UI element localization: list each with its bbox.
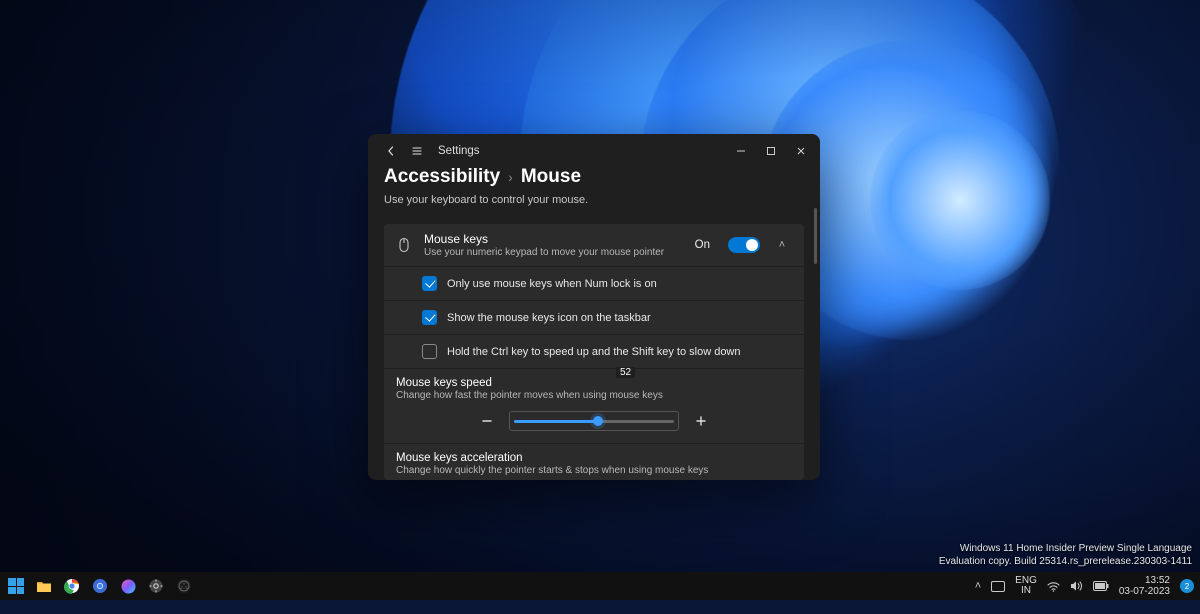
chevron-right-icon: › <box>508 169 513 185</box>
wifi-icon[interactable] <box>1047 581 1060 592</box>
minimize-button[interactable] <box>726 138 756 164</box>
mouse-icon <box>396 237 412 253</box>
tray-keyboard-icon[interactable] <box>991 581 1005 592</box>
taskbar-app-explorer[interactable] <box>34 576 54 596</box>
speed-title: Mouse keys speed <box>396 377 792 389</box>
tray-overflow-chevron-icon[interactable]: ˄ <box>975 580 981 592</box>
language-indicator[interactable]: ENG IN <box>1015 576 1037 596</box>
volume-icon[interactable] <box>1070 580 1083 592</box>
option-show-taskbar-icon[interactable]: Show the mouse keys icon on the taskbar <box>384 300 804 334</box>
mousekeys-card: Mouse keys Use your numeric keypad to mo… <box>384 224 804 480</box>
mousekeys-title: Mouse keys <box>424 232 683 246</box>
taskbar-app-chrome-canary[interactable] <box>90 576 110 596</box>
maximize-button[interactable] <box>756 138 786 164</box>
windows-icon <box>8 578 24 594</box>
speed-slider[interactable] <box>509 411 679 431</box>
mousekeys-header[interactable]: Mouse keys Use your numeric keypad to mo… <box>384 224 804 266</box>
back-button[interactable] <box>378 138 404 164</box>
checkbox-taskbar[interactable] <box>422 310 437 325</box>
watermark-line2: Evaluation copy. Build 25314.rs_prerelea… <box>939 555 1192 568</box>
taskbar-app-copilot[interactable] <box>118 576 138 596</box>
breadcrumb-current: Mouse <box>521 168 581 188</box>
accel-title: Mouse keys acceleration <box>396 452 792 464</box>
mousekeys-toggle[interactable] <box>728 237 760 253</box>
speed-value-tooltip: 52 <box>616 367 635 378</box>
accel-desc: Change how quickly the pointer starts & … <box>396 465 792 476</box>
taskbar-app-obs[interactable] <box>174 576 194 596</box>
accel-section: Mouse keys acceleration Change how quick… <box>384 443 804 480</box>
checkbox-ctrlshift[interactable] <box>422 344 437 359</box>
taskbar-app-settings[interactable] <box>146 576 166 596</box>
clock[interactable]: 13:52 03-07-2023 <box>1119 575 1170 597</box>
taskbar-app-chrome[interactable] <box>62 576 82 596</box>
breadcrumb-parent[interactable]: Accessibility <box>384 168 500 188</box>
close-button[interactable] <box>786 138 816 164</box>
taskbar: ˄ ENG IN 13:52 03-07-2023 2 <box>0 572 1200 600</box>
decrease-button[interactable] <box>479 413 495 429</box>
page-subtitle: Use your keyboard to control your mouse. <box>384 194 804 206</box>
settings-window: Settings Accessibility › Mouse Use your … <box>368 134 820 480</box>
mousekeys-desc: Use your numeric keypad to move your mou… <box>424 247 683 258</box>
chevron-up-icon[interactable]: ˄ <box>772 239 792 251</box>
option-numlock[interactable]: Only use mouse keys when Num lock is on <box>384 266 804 300</box>
increase-button[interactable] <box>693 413 709 429</box>
speed-desc: Change how fast the pointer moves when u… <box>396 390 792 401</box>
speed-section: Mouse keys speed Change how fast the poi… <box>384 368 804 443</box>
start-button[interactable] <box>6 576 26 596</box>
toggle-state-label: On <box>695 239 710 251</box>
battery-icon[interactable] <box>1093 581 1109 591</box>
breadcrumb: Accessibility › Mouse <box>384 168 804 188</box>
titlebar: Settings <box>368 134 820 168</box>
watermark: Windows 11 Home Insider Preview Single L… <box>939 542 1192 568</box>
notification-badge[interactable]: 2 <box>1180 579 1194 593</box>
menu-button[interactable] <box>404 138 430 164</box>
app-title: Settings <box>438 145 480 157</box>
scrollbar-thumb[interactable] <box>814 208 817 264</box>
watermark-line1: Windows 11 Home Insider Preview Single L… <box>939 542 1192 555</box>
checkbox-numlock[interactable] <box>422 276 437 291</box>
option-ctrl-shift[interactable]: Hold the Ctrl key to speed up and the Sh… <box>384 334 804 368</box>
